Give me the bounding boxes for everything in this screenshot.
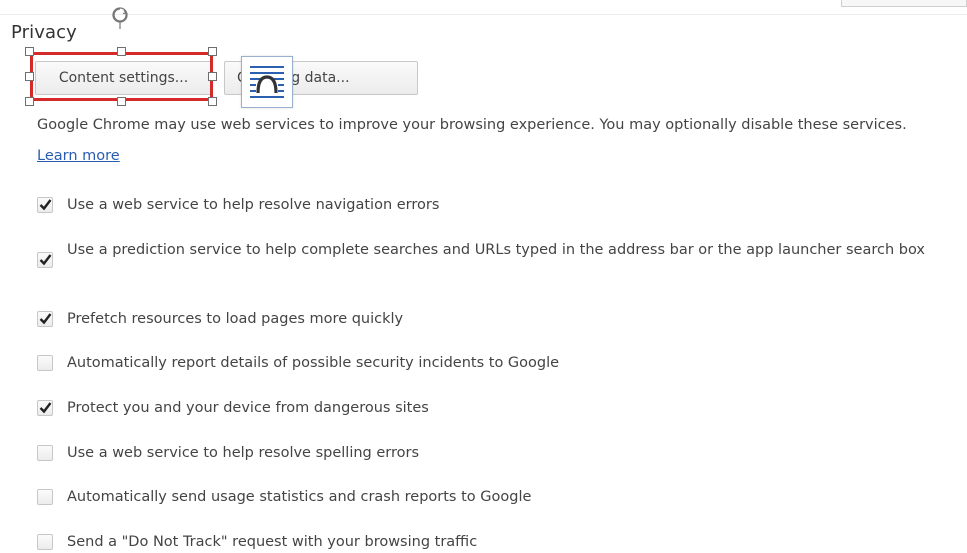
check-icon [39, 402, 52, 414]
checkbox-usage-statistics[interactable] [37, 489, 53, 505]
privacy-description: Google Chrome may use web services to im… [37, 110, 937, 172]
check-icon [39, 313, 52, 325]
option-do-not-track[interactable]: Send a "Do Not Track" request with your … [37, 530, 937, 553]
option-label: Use a web service to help resolve naviga… [67, 197, 440, 213]
learn-more-link[interactable]: Learn more [37, 148, 120, 164]
checkbox-prefetch-resources[interactable] [37, 311, 53, 327]
resize-handle-top-right[interactable] [208, 47, 217, 56]
resize-handle-bottom-left[interactable] [25, 97, 34, 106]
content-settings-button[interactable]: Content settings... [35, 61, 212, 95]
resize-handle-right[interactable] [208, 72, 217, 81]
checkbox-navigation-errors[interactable] [37, 197, 53, 213]
rotate-handle-icon[interactable] [108, 5, 132, 29]
resize-handle-left[interactable] [25, 72, 34, 81]
settings-page: Privacy Content settings... C owsing dat… [0, 0, 967, 553]
option-prediction-service[interactable]: Use a prediction service to help complet… [37, 238, 937, 268]
option-navigation-errors[interactable]: Use a web service to help resolve naviga… [37, 193, 937, 217]
top-divider [0, 14, 967, 15]
option-dangerous-sites[interactable]: Protect you and your device from dangero… [37, 396, 937, 420]
option-label: Use a prediction service to help complet… [67, 242, 925, 258]
checkbox-prediction-service[interactable] [37, 252, 53, 268]
option-usage-statistics[interactable]: Automatically send usage statistics and … [37, 485, 937, 509]
check-icon [39, 254, 52, 266]
option-label: Prefetch resources to load pages more qu… [67, 311, 404, 327]
top-right-field-edge [841, 0, 967, 7]
resize-handle-top-left[interactable] [25, 47, 34, 56]
checkbox-security-incidents[interactable] [37, 355, 53, 371]
option-spelling-errors[interactable]: Use a web service to help resolve spelli… [37, 441, 937, 465]
checkbox-spelling-errors[interactable] [37, 445, 53, 461]
option-label: Automatically report details of possible… [67, 355, 560, 371]
option-security-incidents[interactable]: Automatically report details of possible… [37, 351, 937, 375]
option-label: Protect you and your device from dangero… [67, 400, 429, 416]
option-label: Send a "Do Not Track" request with your … [67, 534, 478, 550]
section-title-privacy: Privacy [11, 22, 77, 43]
privacy-description-text: Google Chrome may use web services to im… [37, 117, 907, 133]
checkbox-dangerous-sites[interactable] [37, 400, 53, 416]
option-prefetch-resources[interactable]: Prefetch resources to load pages more qu… [37, 307, 937, 331]
option-label: Automatically send usage statistics and … [67, 489, 532, 505]
text-wrap-icon[interactable] [241, 56, 293, 108]
resize-handle-bottom-right[interactable] [208, 97, 217, 106]
checkbox-do-not-track[interactable] [37, 534, 53, 550]
resize-handle-bottom[interactable] [117, 97, 126, 106]
resize-handle-top[interactable] [117, 47, 126, 56]
check-icon [39, 199, 52, 211]
option-label: Use a web service to help resolve spelli… [67, 445, 420, 461]
